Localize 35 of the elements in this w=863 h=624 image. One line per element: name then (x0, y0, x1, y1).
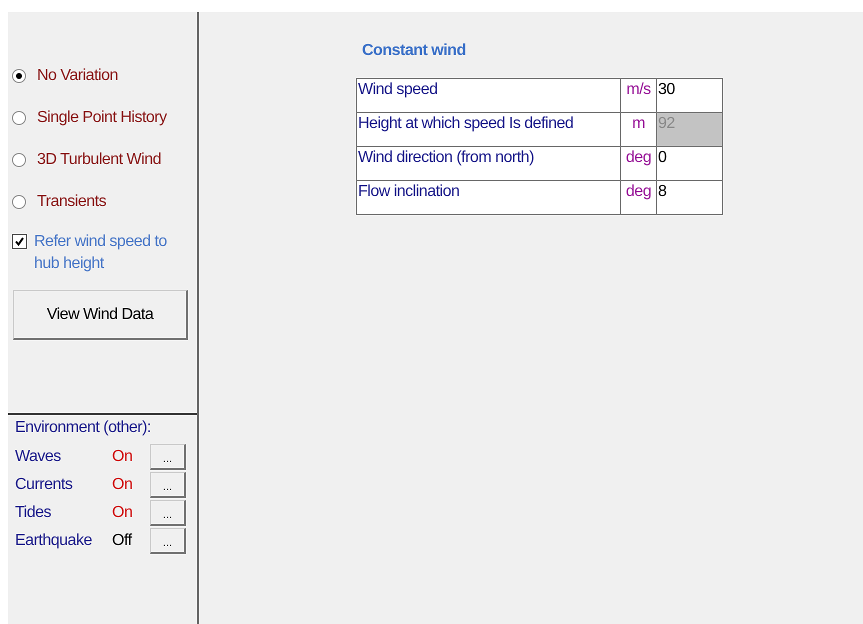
section-title: Environment (other): (15, 419, 152, 437)
status-text: On (112, 504, 134, 522)
input-field: 92 (656, 112, 722, 146)
environment-label: Currents (15, 476, 74, 494)
ellipsis-button[interactable]: ... (150, 444, 186, 470)
environment-label: Earthquake (15, 532, 93, 550)
view-wind-data-button[interactable]: View Wind Data (13, 290, 188, 340)
radio-button[interactable] (12, 111, 26, 125)
ellipsis-button[interactable]: ... (150, 528, 186, 554)
input-field[interactable]: 8 (656, 180, 722, 214)
checkbox-label[interactable]: Refer wind speed to hub height (34, 231, 179, 275)
environment-label: Waves (15, 448, 62, 466)
radio-button[interactable] (12, 153, 26, 167)
unit-cell: deg (620, 180, 656, 214)
status-text: Off (112, 532, 134, 550)
table-cell: Wind direction (from north) (356, 146, 620, 180)
radio-label[interactable]: Single Point History (37, 109, 167, 127)
status-text: On (112, 448, 134, 466)
table-cell: Height at which speed Is defined (356, 112, 620, 146)
radio-label[interactable]: No Variation (37, 67, 118, 85)
input-field[interactable]: 0 (656, 146, 722, 180)
ellipsis-button[interactable]: ... (150, 500, 186, 526)
table-cell: Flow inclination (356, 180, 620, 214)
radio-button[interactable] (12, 69, 26, 83)
status-text: On (112, 476, 134, 494)
unit-cell: m/s (620, 78, 656, 112)
section-title: Constant wind (362, 42, 467, 61)
radio-label[interactable]: Transients (37, 193, 106, 211)
checkbox[interactable] (12, 234, 27, 249)
environment-label: Tides (15, 504, 52, 522)
table-cell: Wind speed (356, 78, 620, 112)
ellipsis-button[interactable]: ... (150, 472, 186, 498)
radio-button[interactable] (12, 195, 26, 209)
unit-cell: deg (620, 146, 656, 180)
radio-label[interactable]: 3D Turbulent Wind (37, 151, 162, 169)
